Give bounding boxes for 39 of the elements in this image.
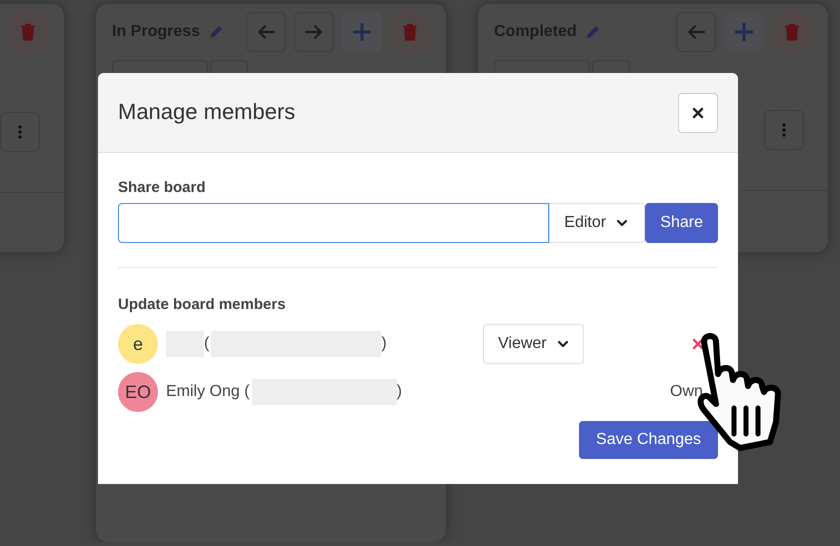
role-select[interactable]: Viewer bbox=[483, 324, 584, 364]
pencil-icon bbox=[208, 24, 224, 40]
save-button[interactable]: Save Changes bbox=[579, 421, 718, 459]
member-name-text: ) bbox=[381, 334, 387, 354]
plus-icon bbox=[353, 23, 371, 41]
arrow-right-button[interactable] bbox=[294, 12, 334, 52]
role-select[interactable]: Editor bbox=[549, 202, 646, 242]
arrow-right-icon bbox=[305, 23, 323, 41]
trash-button[interactable] bbox=[390, 12, 430, 52]
close-button[interactable] bbox=[678, 92, 718, 132]
more-button[interactable] bbox=[0, 112, 40, 152]
trash-icon bbox=[19, 23, 37, 41]
arrow-left-icon bbox=[257, 23, 275, 41]
trash-button[interactable] bbox=[8, 12, 48, 52]
trash-icon bbox=[401, 23, 419, 41]
caret-icon bbox=[556, 338, 569, 350]
plus-button[interactable] bbox=[724, 12, 764, 52]
avatar: e bbox=[118, 324, 158, 364]
trash-button[interactable] bbox=[772, 12, 812, 52]
trash-icon bbox=[783, 23, 801, 41]
section-heading: Update board members bbox=[118, 294, 287, 314]
member-name-text: Emily Ong ( bbox=[166, 382, 250, 402]
modal-title: Manage members bbox=[118, 99, 296, 126]
arrow-left-icon bbox=[687, 23, 705, 41]
plus-button[interactable] bbox=[342, 12, 382, 52]
avatar: EO bbox=[118, 372, 158, 412]
field-label: Share board bbox=[118, 178, 207, 198]
close-icon bbox=[692, 106, 704, 118]
close-icon bbox=[692, 338, 704, 350]
arrow-left-button[interactable] bbox=[676, 12, 716, 52]
role-label: Own bbox=[670, 382, 703, 402]
member-name-text: ) bbox=[396, 382, 402, 402]
pencil-icon bbox=[584, 24, 601, 40]
email-input-field[interactable] bbox=[118, 202, 550, 242]
plus-icon bbox=[735, 23, 753, 41]
member-name-text: ( bbox=[204, 334, 210, 354]
arrow-left-button[interactable] bbox=[246, 12, 286, 52]
share-button[interactable]: Share bbox=[645, 202, 718, 242]
more-button[interactable] bbox=[764, 110, 804, 150]
